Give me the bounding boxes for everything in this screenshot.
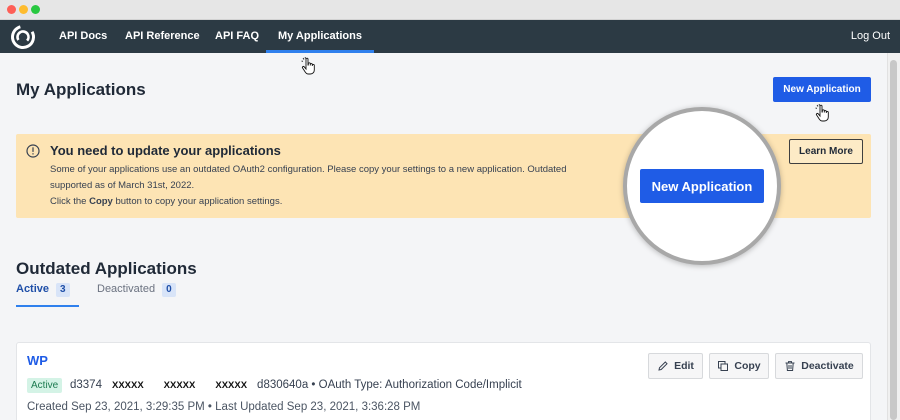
deactivate-button[interactable]: Deactivate [775, 353, 863, 379]
edit-button[interactable]: Edit [648, 353, 703, 379]
nav-api-faq[interactable]: API FAQ [215, 20, 259, 53]
window-titlebar [0, 0, 900, 20]
zoom-magnifier: New Application [623, 107, 781, 265]
outdated-applications-title: Outdated Applications [16, 259, 197, 278]
deactivate-label: Deactivate [801, 360, 854, 372]
tab-active[interactable]: Active 3 [16, 283, 79, 307]
close-window-icon[interactable] [7, 5, 16, 14]
alert-text-prefix: Click the [50, 196, 87, 207]
client-id-end: d830640a [257, 379, 309, 391]
application-card: WP Active d3374 XXXXX XXXXX XXXXX d830640a •… [16, 342, 871, 420]
oauth-type: • OAuth Type: Authorization Code/Implici… [311, 379, 522, 391]
alert-title: You need to update your applications [50, 143, 281, 158]
edit-icon [658, 361, 668, 371]
minimize-window-icon[interactable] [19, 5, 28, 14]
client-id-start: d3374 [70, 379, 102, 391]
copy-label: Copy [734, 360, 761, 372]
tab-label: Deactivated [97, 283, 156, 295]
tab-count-badge: 0 [162, 283, 176, 297]
redacted-text: XXXXX [101, 380, 154, 391]
trash-icon [785, 361, 795, 371]
learn-more-button[interactable]: Learn More [789, 139, 863, 164]
alert-text: supported as of March 31st, 2022. [50, 180, 195, 191]
nav-api-docs[interactable]: API Docs [59, 20, 107, 53]
top-navbar: API Docs API Reference API FAQ My Applic… [0, 20, 900, 53]
alert-text: Click the Copy button to copy your appli… [50, 196, 282, 207]
redacted-text: XXXXX [205, 380, 258, 391]
nav-api-reference[interactable]: API Reference [125, 20, 200, 53]
application-meta: d3374 XXXXX XXXXX XXXXX d830640a • OAuth Typ… [70, 378, 522, 393]
pointer-cursor-icon [301, 57, 315, 75]
nav-my-applications[interactable]: My Applications [266, 20, 374, 53]
maximize-window-icon[interactable] [31, 5, 40, 14]
status-badge: Active [27, 378, 63, 393]
tab-deactivated[interactable]: Deactivated 0 [97, 283, 176, 307]
tab-label: Active [16, 283, 50, 295]
created-updated-dates: Created Sep 23, 2021, 3:29:35 PM • Last … [27, 401, 421, 413]
tab-count-badge: 3 [56, 283, 70, 297]
pointer-cursor-icon [815, 104, 829, 122]
copy-icon [718, 361, 729, 371]
alert-text: Some of your applications use an outdate… [50, 164, 567, 175]
scrollbar-thumb[interactable] [890, 60, 897, 420]
alert-text-copy: Copy [89, 196, 113, 207]
edit-label: Edit [674, 360, 694, 372]
copy-button[interactable]: Copy [709, 353, 769, 379]
redacted-text: XXXXX [153, 380, 206, 391]
application-name-link[interactable]: WP [27, 353, 48, 368]
magnified-new-application-button[interactable]: New Application [640, 169, 764, 203]
logout-link[interactable]: Log Out [851, 20, 890, 53]
alert-text-suffix: button to copy your application settings… [115, 196, 283, 207]
logo-icon[interactable] [10, 24, 36, 50]
page-title: My Applications [16, 80, 146, 99]
info-icon [26, 144, 40, 158]
new-application-button[interactable]: New Application [773, 77, 871, 102]
